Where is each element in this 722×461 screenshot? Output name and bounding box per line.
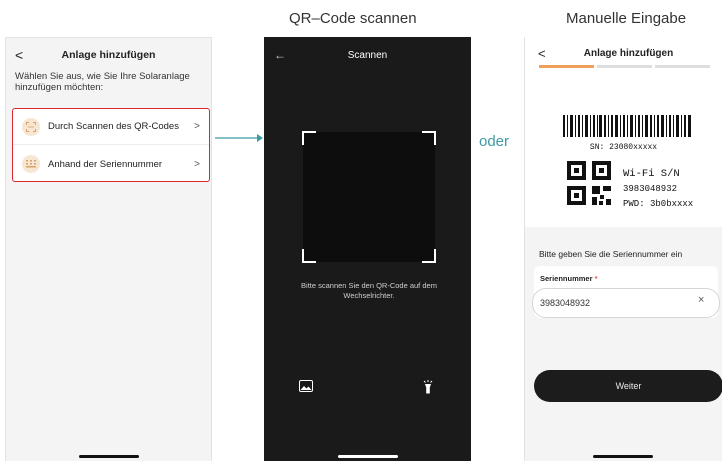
- wifi-password: PWD: 3b0bxxxx: [623, 199, 694, 209]
- option-label: Anhand der Seriennummer: [48, 158, 163, 170]
- wifi-serial: 3983048932: [623, 184, 678, 194]
- instruction-text: Wählen Sie aus, wie Sie Ihre Solaranlage…: [15, 71, 190, 93]
- required-mark: *: [594, 274, 598, 283]
- serial-field-label: Seriennummer *: [540, 274, 598, 283]
- keypad-icon: [22, 155, 40, 173]
- wifi-credentials: Wi-Fi S/N 3983048932 PWD: 3b0bxxxx: [623, 167, 693, 212]
- serial-prompt-text: Bitte geben Sie die Seriennummer ein: [539, 249, 683, 259]
- connector-text: oder: [479, 133, 510, 150]
- qr-code-image: [567, 161, 611, 205]
- scan-frame-icon: [22, 117, 40, 136]
- viewfinder-corner: [422, 131, 436, 145]
- serial-label-text: SN: 23080xxxxx: [589, 143, 658, 152]
- option-serial-number[interactable]: Anhand der Seriennummer >: [13, 146, 209, 182]
- options-group: Durch Scannen des QR-Codes > Anhand der …: [12, 108, 210, 182]
- page-title: Scannen: [347, 50, 388, 61]
- viewfinder-corner: [302, 131, 316, 145]
- viewfinder-corner: [302, 249, 316, 263]
- header: < Anlage hinzufügen: [525, 37, 722, 77]
- next-button[interactable]: Weiter: [534, 370, 722, 402]
- device-label-illustration: SN: 23080xxxxx Wi-Fi S/N 3983048932 PWD:…: [525, 77, 722, 227]
- page-title: Anlage hinzufügen: [583, 48, 674, 59]
- viewfinder-corner: [422, 249, 436, 263]
- progress-step-active: [539, 65, 594, 68]
- comparison-stage: QR–Code scannen Manuelle Eingabe < Anlag…: [0, 0, 722, 461]
- image-icon[interactable]: [299, 380, 313, 392]
- option-scan-qr[interactable]: Durch Scannen des QR-Codes >: [13, 109, 209, 145]
- barcode-image: [563, 115, 691, 137]
- chevron-right-icon: >: [194, 158, 200, 170]
- field-label-text: Seriennummer: [540, 274, 593, 283]
- page-title: Anlage hinzufügen: [61, 49, 156, 61]
- caption-manual-entry: Manuelle Eingabe: [566, 10, 687, 27]
- caption-qr-scan: QR–Code scannen: [289, 10, 417, 27]
- home-indicator: [338, 455, 398, 458]
- header: < Anlage hinzufügen: [6, 38, 211, 72]
- screen-add-plant: < Anlage hinzufügen Wählen Sie aus, wie …: [5, 37, 212, 461]
- home-indicator: [593, 455, 653, 458]
- arrow-right-icon: [215, 134, 263, 142]
- flashlight-icon[interactable]: [423, 380, 433, 394]
- option-label: Durch Scannen des QR-Codes: [48, 121, 179, 132]
- serial-number-input[interactable]: 3983048932: [532, 288, 720, 318]
- progress-step: [655, 65, 710, 68]
- clear-icon[interactable]: ×: [698, 294, 704, 306]
- scan-hint-text: Bitte scannen Sie den QR-Code auf dem We…: [301, 281, 437, 300]
- scan-viewfinder: [302, 131, 436, 263]
- home-indicator: [79, 455, 139, 458]
- step-progress: [539, 65, 710, 68]
- progress-step: [597, 65, 652, 68]
- wifi-title: Wi-Fi S/N: [623, 168, 680, 180]
- screen-manual-entry: < Anlage hinzufügen SN: 23080xxxxx Wi-Fi…: [524, 37, 722, 461]
- screen-scanner: ← Scannen Bitte scannen Sie den QR-Code …: [264, 37, 471, 461]
- chevron-right-icon: >: [194, 121, 200, 132]
